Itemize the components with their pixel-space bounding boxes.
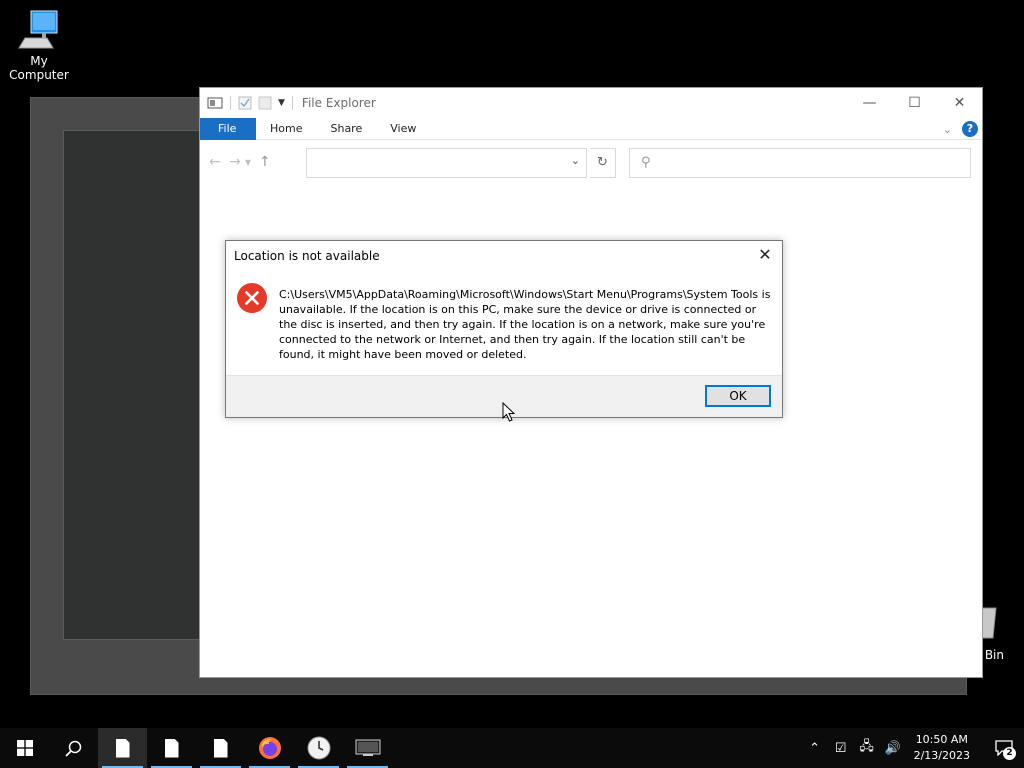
dialog-close-button[interactable]: ✕ xyxy=(756,246,774,264)
maximize-button[interactable]: ☐ xyxy=(892,88,937,118)
taskbar-firefox[interactable] xyxy=(245,728,294,768)
refresh-button[interactable]: ↻ xyxy=(590,148,616,178)
show-hidden-icons-chevron-icon[interactable]: ⌃ xyxy=(806,741,824,756)
tab-home[interactable]: Home xyxy=(256,118,316,140)
start-button[interactable] xyxy=(0,728,49,768)
minimize-button[interactable]: — xyxy=(847,88,892,118)
search-input[interactable]: ⚲ xyxy=(629,148,971,178)
search-icon: ⚲ xyxy=(641,155,651,170)
ribbon-right-controls: ⌄ ? xyxy=(943,121,978,137)
address-bar[interactable]: ⌄ xyxy=(306,148,587,178)
explorer-app-icon[interactable] xyxy=(207,96,223,110)
network-icon[interactable]: 🖧 xyxy=(858,737,876,759)
expand-ribbon-chevron-icon[interactable]: ⌄ xyxy=(943,123,952,136)
help-icon[interactable]: ? xyxy=(962,121,978,137)
notification-count-badge: 2 xyxy=(1003,747,1016,760)
dialog-message: C:\Users\VM5\AppData\Roaming\Microsoft\W… xyxy=(279,288,771,361)
security-icon[interactable]: ☑ xyxy=(832,741,850,756)
window-controls: — ☐ ✕ xyxy=(847,88,982,118)
clock-date: 2/13/2023 xyxy=(913,749,970,762)
windows-logo-icon xyxy=(16,740,33,756)
search-button[interactable] xyxy=(49,728,98,768)
ribbon-tabs: File Home Share View ⌄ ? xyxy=(200,117,982,140)
my-computer-desktop-icon[interactable]: My Computer xyxy=(0,8,78,82)
recent-locations-chevron-icon[interactable]: ▼ xyxy=(245,158,257,167)
quick-access-toolbar: ▼ xyxy=(207,96,300,110)
toolbar-separator xyxy=(230,96,231,110)
close-button[interactable]: ✕ xyxy=(937,88,982,118)
background-window-pane xyxy=(63,130,203,640)
document-icon xyxy=(115,738,130,758)
clock-icon xyxy=(307,736,330,760)
monitor-icon xyxy=(355,739,380,756)
document-icon xyxy=(213,738,228,758)
action-center-button[interactable]: 2 xyxy=(984,728,1024,768)
computer-icon xyxy=(18,10,58,49)
location-unavailable-dialog[interactable]: Location is not available ✕ C:\Users\VM5… xyxy=(225,240,783,418)
back-arrow-icon[interactable]: ← xyxy=(209,154,229,170)
ok-button[interactable]: OK xyxy=(705,385,771,407)
toolbar-separator xyxy=(291,96,293,110)
properties-icon[interactable] xyxy=(238,96,252,110)
clock-time: 10:50 AM xyxy=(915,733,968,746)
error-icon xyxy=(237,283,267,313)
system-tray: ⌃ ☑ 🖧 🔊 10:50 AM 2/13/2023 2 xyxy=(802,728,1024,768)
search-icon xyxy=(65,740,82,757)
address-dropdown-chevron-icon[interactable]: ⌄ xyxy=(571,154,580,167)
taskbar-clock[interactable]: 10:50 AM 2/13/2023 xyxy=(914,732,970,764)
tab-view[interactable]: View xyxy=(376,118,430,140)
dialog-title: Location is not available xyxy=(234,249,380,263)
taskbar-clock-app[interactable] xyxy=(294,728,343,768)
tab-share[interactable]: Share xyxy=(316,118,376,140)
taskbar-document-3[interactable] xyxy=(196,728,245,768)
volume-icon[interactable]: 🔊 xyxy=(884,741,902,756)
my-computer-label: My Computer xyxy=(9,54,69,82)
title-bar[interactable]: ▼ File Explorer — ☐ ✕ xyxy=(200,88,982,118)
firefox-icon xyxy=(258,737,281,759)
customize-toolbar-chevron-icon[interactable]: ▼ xyxy=(278,98,285,108)
mouse-cursor-icon xyxy=(502,402,516,422)
taskbar: ⌃ ☑ 🖧 🔊 10:50 AM 2/13/2023 2 xyxy=(0,728,1024,768)
taskbar-document-2[interactable] xyxy=(147,728,196,768)
taskbar-file-explorer-active[interactable] xyxy=(98,728,147,768)
up-arrow-icon[interactable]: ↑ xyxy=(259,154,279,170)
navigation-bar: ← → ▼ ↑ ⌄ ↻ ⚲ xyxy=(200,140,982,184)
document-icon xyxy=(164,738,179,758)
tab-file[interactable]: File xyxy=(200,117,256,140)
taskbar-screen-app[interactable] xyxy=(343,728,392,768)
window-title: File Explorer xyxy=(301,96,376,110)
new-folder-icon[interactable] xyxy=(258,96,272,110)
refresh-icon: ↻ xyxy=(597,155,608,170)
